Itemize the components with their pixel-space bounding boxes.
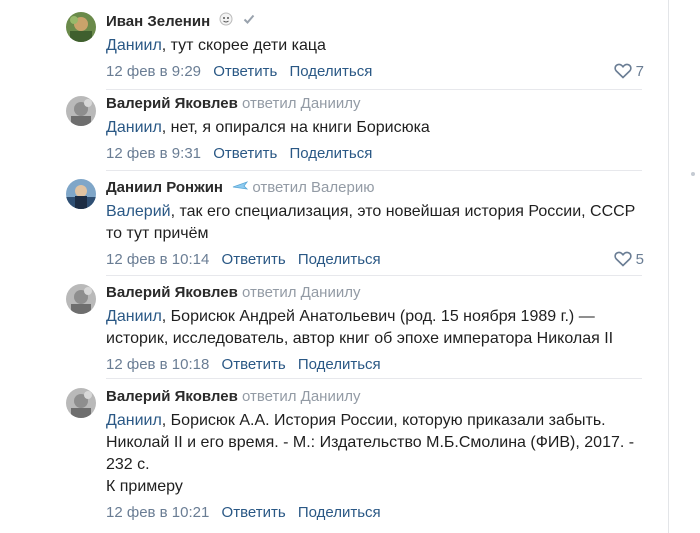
like-count: 7 bbox=[635, 63, 644, 80]
heart-icon bbox=[614, 251, 632, 267]
reply-button[interactable]: Ответить bbox=[222, 504, 286, 521]
avatar[interactable] bbox=[66, 12, 96, 42]
author-name[interactable]: Иван Зеленин bbox=[106, 13, 210, 30]
comments-page: Иван Зеленин Даниил, тут скорее дети кац… bbox=[0, 0, 700, 533]
share-button[interactable]: Поделиться bbox=[289, 63, 372, 80]
divider bbox=[106, 89, 642, 90]
airplane-emoji-icon bbox=[232, 178, 249, 198]
mention-link[interactable]: Даниил bbox=[106, 37, 162, 54]
verified-check-icon bbox=[242, 12, 256, 32]
reply-button[interactable]: Ответить bbox=[222, 356, 286, 373]
comment-date[interactable]: 12 фев в 10:14 bbox=[106, 251, 209, 268]
author-name[interactable]: Валерий Яковлев bbox=[106, 95, 238, 112]
avatar[interactable] bbox=[66, 284, 96, 314]
reply-to-label[interactable]: ответил Даниилу bbox=[242, 284, 361, 301]
scroll-indicator[interactable] bbox=[691, 172, 695, 176]
mention-link[interactable]: Даниил bbox=[106, 308, 162, 325]
divider bbox=[106, 170, 642, 171]
share-button[interactable]: Поделиться bbox=[289, 145, 372, 162]
comment-text: , Борисюк А.А. История России, которую п… bbox=[106, 412, 635, 473]
comment-body: Валерий Яковлев ответил Даниилу Даниил, … bbox=[106, 94, 644, 164]
comment-date[interactable]: 12 фев в 9:31 bbox=[106, 145, 201, 162]
author-name[interactable]: Валерий Яковлев bbox=[106, 284, 238, 301]
comment-text: , так его специализация, это новейшая ис… bbox=[106, 203, 636, 242]
page-right-edge bbox=[668, 0, 700, 533]
divider bbox=[106, 378, 642, 379]
reply-button[interactable]: Ответить bbox=[213, 63, 277, 80]
comment-text: , тут скорее дети каца bbox=[161, 37, 326, 54]
comment-body: Даниил Ронжин ответил Валерию Валерий, т… bbox=[106, 178, 644, 270]
avatar[interactable] bbox=[66, 96, 96, 126]
comment-text: , нет, я опирался на книги Борисюка bbox=[161, 119, 430, 136]
reply-button[interactable]: Ответить bbox=[213, 145, 277, 162]
author-name[interactable]: Даниил Ронжин bbox=[106, 179, 223, 196]
comment-text: , Борисюк Андрей Анатольевич (род. 15 но… bbox=[106, 308, 614, 347]
mention-link[interactable]: Валерий bbox=[106, 203, 171, 220]
comment-date[interactable]: 12 фев в 10:18 bbox=[106, 356, 209, 373]
reply-button[interactable]: Ответить bbox=[222, 251, 286, 268]
comment-body: Валерий Яковлев ответил Даниилу Даниил, … bbox=[106, 387, 644, 523]
share-button[interactable]: Поделиться bbox=[298, 356, 381, 373]
heart-icon bbox=[614, 63, 632, 79]
avatar[interactable] bbox=[66, 179, 96, 209]
share-button[interactable]: Поделиться bbox=[298, 504, 381, 521]
share-button[interactable]: Поделиться bbox=[298, 251, 381, 268]
reply-to-label[interactable]: ответил Даниилу bbox=[242, 95, 361, 112]
comment-body: Иван Зеленин Даниил, тут скорее дети кац… bbox=[106, 12, 644, 82]
comment-text-line: К примеру bbox=[106, 478, 183, 495]
comment-body: Валерий Яковлев ответил Даниилу Даниил, … bbox=[106, 283, 644, 375]
mention-link[interactable]: Даниил bbox=[106, 412, 162, 429]
comment-date[interactable]: 12 фев в 9:29 bbox=[106, 63, 201, 80]
divider bbox=[106, 275, 642, 276]
emoji-badge-icon bbox=[219, 12, 233, 32]
like-button[interactable]: 5 bbox=[614, 250, 644, 270]
like-button[interactable]: 7 bbox=[614, 62, 644, 82]
comment-date[interactable]: 12 фев в 10:21 bbox=[106, 504, 209, 521]
avatar[interactable] bbox=[66, 388, 96, 418]
mention-link[interactable]: Даниил bbox=[106, 119, 162, 136]
like-count: 5 bbox=[635, 251, 644, 268]
reply-to-label[interactable]: ответил Валерию bbox=[252, 179, 374, 196]
author-name[interactable]: Валерий Яковлев bbox=[106, 388, 238, 405]
reply-to-label[interactable]: ответил Даниилу bbox=[242, 388, 361, 405]
